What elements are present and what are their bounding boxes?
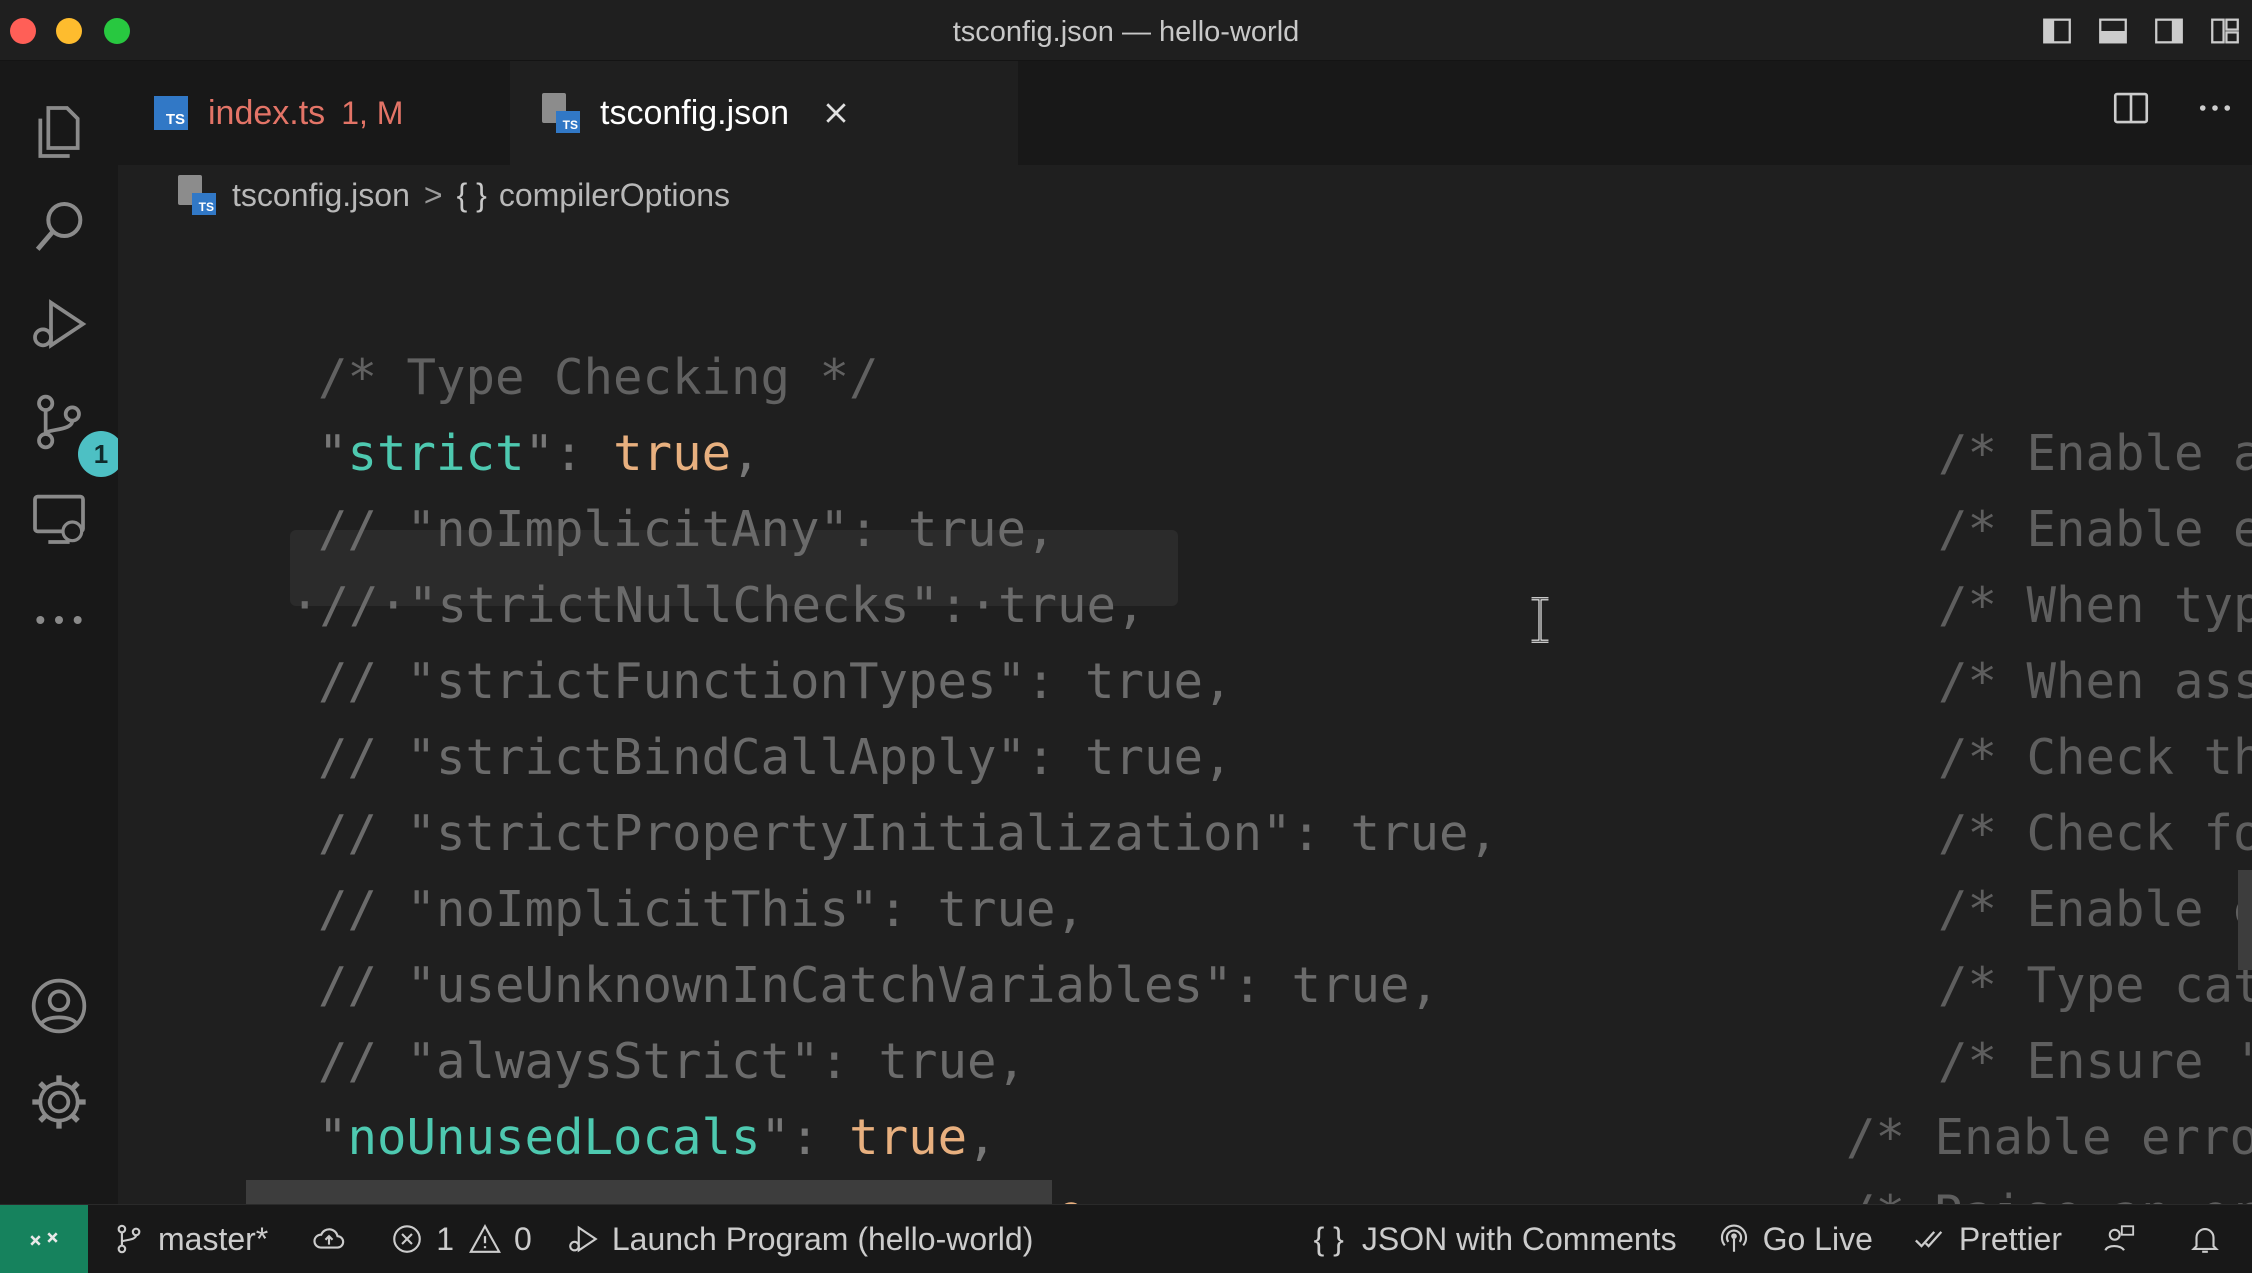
text-cursor-icon — [1531, 597, 1549, 643]
code-editor[interactable]: /* Type Checking */ "strict": true, // "… — [118, 220, 2252, 1204]
remote-icon — [30, 1232, 58, 1246]
breadcrumb-file[interactable]: tsconfig.json — [232, 177, 410, 214]
inline-comment: /* Raise an er — [1846, 1176, 2252, 1204]
close-icon[interactable] — [821, 98, 851, 128]
remote-explorer-icon — [33, 494, 85, 544]
activity-more[interactable] — [22, 583, 96, 657]
inline-comment: /* Enable e — [1938, 881, 2252, 938]
language-mode[interactable]: { } JSON with Comments — [1314, 1221, 1677, 1258]
accounts-feedback-button[interactable] — [2102, 1222, 2148, 1256]
editor-actions — [2110, 87, 2236, 129]
activity-source-control[interactable]: 1 — [22, 385, 124, 477]
bell-icon — [2191, 1228, 2219, 1253]
git-branch-icon — [117, 1224, 141, 1254]
activity-search[interactable] — [22, 191, 96, 265]
branch-indicator[interactable]: master* — [112, 1221, 268, 1258]
branch-name: master* — [158, 1220, 269, 1257]
code-line: // "strictFunctionTypes": true, — [318, 653, 1233, 710]
inline-comment: /* Check fo — [1938, 805, 2252, 862]
activity-manage[interactable] — [22, 1065, 96, 1139]
tsconfig-file-icon: TS — [178, 175, 216, 215]
language-label: JSON with Comments — [1361, 1220, 1677, 1257]
problems-indicator[interactable]: 1 0 — [390, 1221, 532, 1258]
inline-comment: /* Check th — [1938, 729, 2252, 786]
tsconfig-file-icon: TS — [542, 93, 580, 133]
code-line: // "useUnknownInCatchVariables": true, — [318, 957, 1440, 1014]
status-bar: master* 1 0 Launch Program (hello-world)… — [0, 1204, 2252, 1273]
explorer-icon — [38, 106, 80, 158]
code-line: // "noImplicitAny": true, — [318, 501, 1056, 558]
inline-comment: /* Enable e — [1938, 501, 2252, 558]
status-bar-right: { } JSON with Comments Go Live Prettier — [1274, 1205, 2234, 1273]
prettier-label: Prettier — [1958, 1220, 2062, 1257]
launch-config-button[interactable]: Launch Program (hello-world) — [566, 1220, 1034, 1258]
sync-button[interactable] — [312, 1222, 358, 1256]
broadcast-icon — [1720, 1224, 1747, 1252]
debug-launch-icon — [569, 1225, 598, 1253]
activity-accounts[interactable] — [22, 969, 96, 1043]
activity-run-debug[interactable] — [22, 287, 96, 361]
activity-bar: 1 — [0, 61, 124, 1204]
notifications-button[interactable] — [2188, 1222, 2234, 1256]
tab-label: index.ts — [208, 93, 326, 132]
customize-layout-icon[interactable] — [2208, 14, 2242, 48]
inline-comment: /* Enable a — [1938, 425, 2252, 482]
tab-index-ts[interactable]: TS index.ts 1, M — [154, 61, 514, 165]
json-braces-icon: { } — [1313, 1220, 1344, 1257]
code-line: // "strictPropertyInitialization": true, — [318, 805, 1499, 862]
inline-comment: /* Ensure ' — [1938, 1033, 2252, 1090]
tab-problem-status: 1, M — [341, 94, 404, 131]
cloud-upload-icon — [313, 1228, 345, 1249]
vertical-scrollbar[interactable] — [2238, 870, 2252, 970]
search-icon — [35, 202, 83, 251]
breadcrumb-separator: > — [423, 176, 443, 213]
warning-icon — [469, 1224, 502, 1253]
horizontal-scrollbar[interactable] — [246, 1180, 1052, 1204]
inline-comment: /* Enable erro — [1846, 1109, 2252, 1166]
title-bar: tsconfig.json — hello-world — [0, 0, 2252, 61]
toggle-panel-icon[interactable] — [2096, 14, 2130, 48]
error-icon — [393, 1225, 422, 1253]
error-count: 1 — [436, 1220, 455, 1257]
activity-remote-explorer[interactable] — [22, 481, 96, 555]
prettier-button[interactable]: Prettier — [1913, 1221, 2062, 1258]
run-debug-icon — [33, 299, 87, 349]
launch-config-label: Launch Program (hello-world) — [611, 1220, 1034, 1257]
person-feedback-icon — [2104, 1225, 2135, 1251]
tab-tsconfig-json[interactable]: TS tsconfig.json — [510, 61, 1018, 165]
inline-comment: /* When ass — [1938, 653, 2252, 710]
remote-indicator[interactable] — [0, 1205, 88, 1273]
window-title: tsconfig.json — hello-world — [952, 16, 1300, 48]
go-live-label: Go Live — [1762, 1220, 1873, 1257]
go-live-button[interactable]: Go Live — [1717, 1221, 1873, 1258]
code-line: // "noImplicitThis": true, — [318, 881, 1086, 938]
toggle-secondary-sidebar-icon[interactable] — [2152, 14, 2186, 48]
warning-count: 0 — [514, 1220, 532, 1257]
breadcrumb-symbol[interactable]: compilerOptions — [499, 177, 730, 214]
toggle-primary-sidebar-icon[interactable] — [2040, 14, 2074, 48]
code-line: "noUnusedLocals": true, — [318, 1109, 997, 1166]
code-line: /* Type Checking */ — [318, 349, 879, 406]
gear-icon — [32, 1075, 86, 1129]
inline-comment: /* When typ — [1938, 577, 2252, 634]
typescript-file-icon: TS — [154, 96, 188, 130]
object-icon: { } — [456, 176, 487, 213]
split-editor-icon[interactable] — [2110, 87, 2152, 129]
code-line: // "strictBindCallApply": true, — [318, 729, 1233, 786]
double-check-icon — [1914, 1231, 1943, 1248]
activity-explorer[interactable] — [22, 95, 96, 169]
editor-tabs: TS index.ts 1, M TS tsconfig.json — [118, 61, 2252, 165]
more-actions-icon[interactable] — [2194, 87, 2236, 129]
inline-comment: /* Type cat — [1938, 957, 2252, 1014]
code-line: // "alwaysStrict": true, — [318, 1033, 1027, 1090]
tab-label: tsconfig.json — [600, 93, 789, 132]
breadcrumb: TS tsconfig.json > { } compilerOptions — [178, 170, 730, 220]
code-line: "strict": true, — [318, 425, 761, 482]
layout-controls — [2040, 14, 2242, 48]
account-icon — [31, 978, 87, 1034]
code-line: ·//·"strictNullChecks":·true, — [290, 577, 1146, 634]
more-icon — [36, 616, 82, 624]
